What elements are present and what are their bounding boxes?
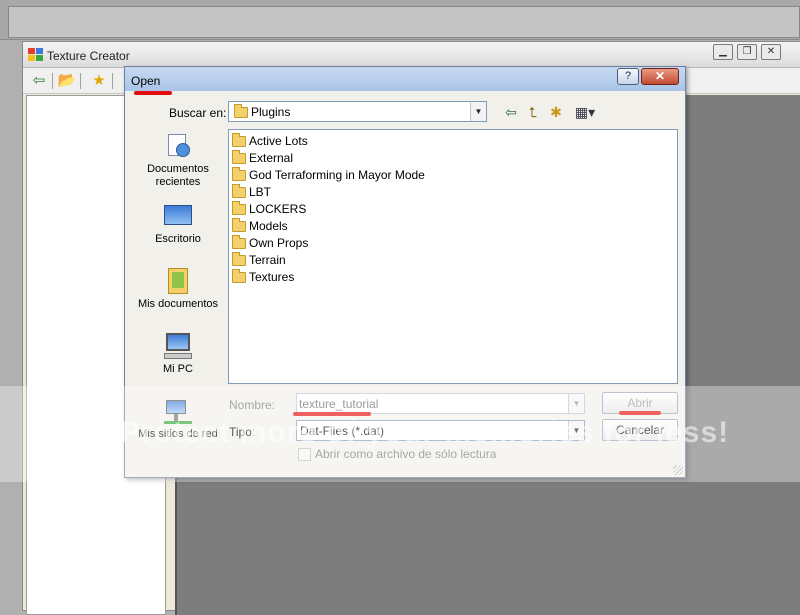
folder-icon: [232, 235, 246, 249]
help-button[interactable]: ?: [617, 68, 639, 85]
app-titlebar[interactable]: Texture Creator ▁ ❐ ✕: [23, 42, 800, 68]
annotation-mark: [293, 412, 371, 416]
filename-label: Nombre:: [229, 398, 276, 412]
close-button[interactable]: ✕: [761, 44, 781, 60]
app-title: Texture Creator: [47, 49, 130, 63]
lookin-label: Buscar en:: [169, 106, 227, 120]
place-network[interactable]: Mis sitios de red: [135, 396, 221, 441]
folder-icon: [232, 184, 246, 198]
file-list[interactable]: Active Lots External God Terraforming in…: [228, 129, 678, 384]
background-window-frame: [8, 6, 800, 38]
open-file-dialog: Open ? ✕ Buscar en: Plugins ▼ ⇦ ⮤ ✱ ▦▾ D…: [124, 66, 686, 478]
filetype-label: Tipo:: [229, 425, 256, 439]
background-window-top: [0, 0, 800, 40]
folder-icon: [234, 104, 248, 118]
restore-button[interactable]: ❐: [737, 44, 757, 60]
lookin-combo[interactable]: Plugins ▼: [228, 101, 487, 122]
toolbar-separator: [52, 73, 53, 89]
place-my-documents[interactable]: Mis documentos: [135, 266, 221, 311]
folder-icon: [232, 252, 246, 266]
desktop-icon: [162, 201, 194, 231]
filename-value: texture_tutorial: [299, 397, 379, 411]
exit-icon[interactable]: ⇦: [29, 71, 49, 91]
folder-icon: [232, 218, 246, 232]
resize-grip[interactable]: [673, 465, 683, 475]
recent-documents-icon: [162, 131, 194, 161]
filename-input[interactable]: texture_tutorial ▼: [296, 393, 585, 414]
folder-icon: [232, 167, 246, 181]
my-documents-icon: [162, 266, 194, 296]
toolbar-separator: [80, 73, 81, 89]
annotation-mark: [619, 411, 661, 415]
dialog-close-button[interactable]: ✕: [641, 68, 679, 85]
dialog-title: Open: [131, 74, 161, 88]
place-my-computer[interactable]: Mi PC: [135, 331, 221, 376]
my-computer-icon: [162, 331, 194, 361]
dialog-titlebar[interactable]: Open ? ✕: [125, 67, 685, 91]
folder-icon: [232, 269, 246, 283]
minimize-button[interactable]: ▁: [713, 44, 733, 60]
readonly-label: Abrir como archivo de sólo lectura: [315, 447, 497, 461]
place-recent-documents[interactable]: Documentos recientes: [135, 131, 221, 189]
place-desktop[interactable]: Escritorio: [135, 201, 221, 246]
network-places-icon: [162, 396, 194, 426]
annotation-mark: [134, 91, 172, 95]
folder-icon: [232, 150, 246, 164]
chevron-down-icon[interactable]: ▼: [470, 102, 486, 121]
filetype-value: Dat-Files (*.dat): [300, 424, 385, 438]
open-folder-icon[interactable]: 📂: [57, 71, 77, 91]
folder-icon: [232, 201, 246, 215]
filetype-combo[interactable]: Dat-Files (*.dat) ▼: [296, 420, 585, 441]
back-icon[interactable]: ⇦: [501, 103, 521, 121]
view-menu-icon[interactable]: ▦▾: [570, 103, 600, 121]
cancel-button[interactable]: Cancelar: [602, 419, 678, 441]
star-icon[interactable]: ★: [89, 71, 109, 91]
new-folder-icon[interactable]: ✱: [546, 103, 566, 121]
readonly-checkbox[interactable]: [298, 448, 311, 461]
chevron-down-icon[interactable]: ▼: [568, 421, 584, 440]
lookin-value: Plugins: [251, 105, 291, 119]
folder-icon: [232, 133, 246, 147]
chevron-down-icon[interactable]: ▼: [568, 394, 584, 413]
app-logo-icon: [28, 48, 44, 62]
up-folder-icon[interactable]: ⮤: [523, 103, 543, 121]
toolbar-separator: [112, 73, 113, 89]
